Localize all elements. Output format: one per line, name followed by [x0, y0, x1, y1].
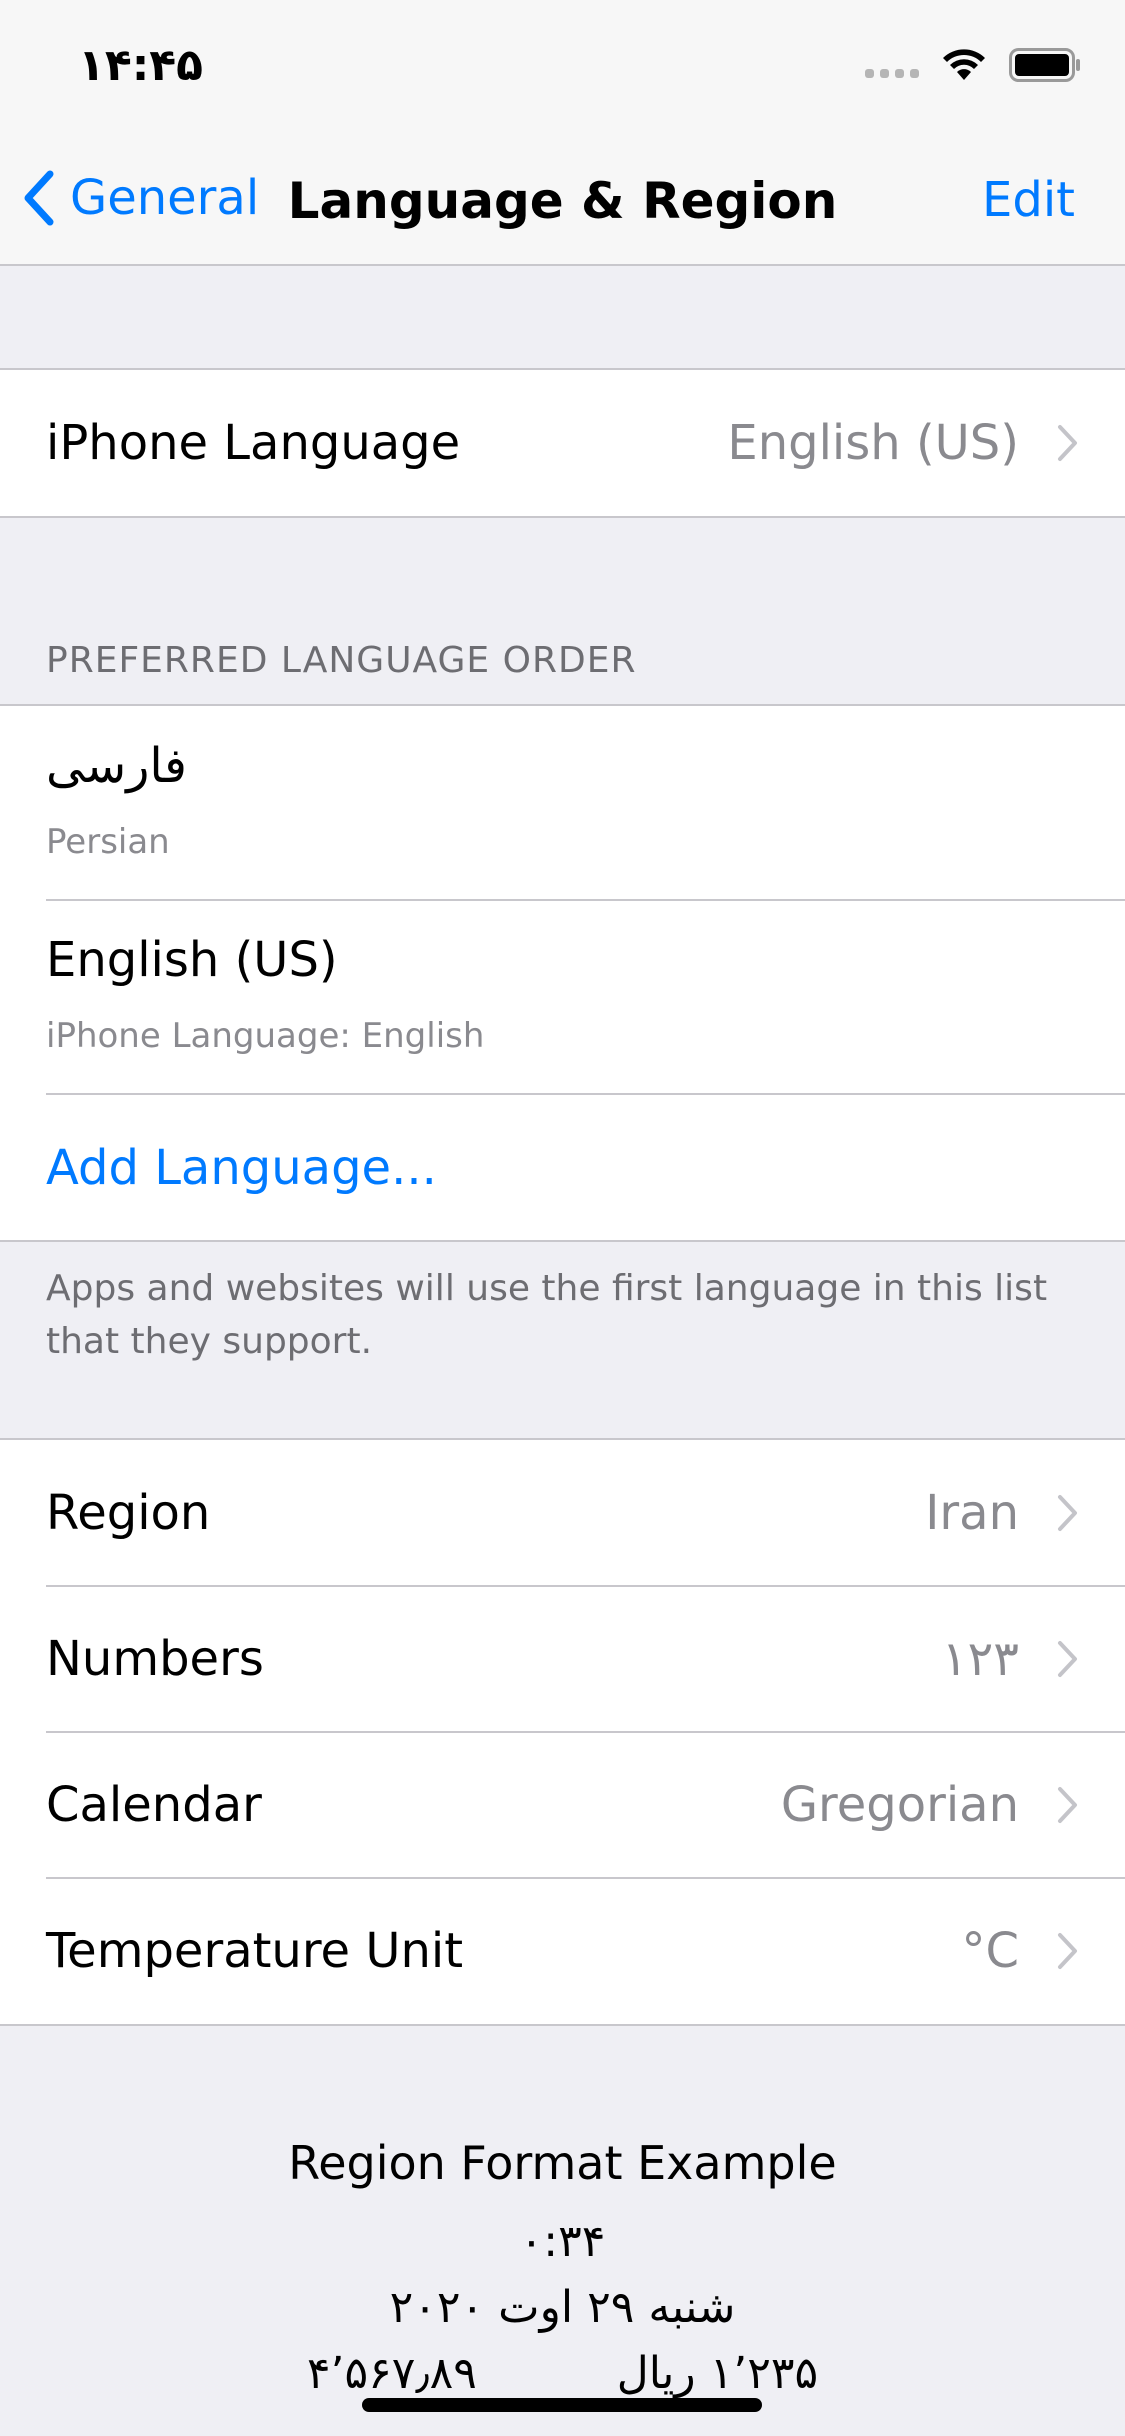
edit-button[interactable]: Edit: [982, 172, 1075, 228]
add-language-label: Add Language...: [46, 1140, 437, 1196]
temperature-unit-label: Temperature Unit: [46, 1923, 464, 1979]
navigation-bar: General Language & Region Edit: [0, 132, 1125, 266]
iphone-language-row[interactable]: iPhone Language English (US): [0, 370, 1125, 516]
numbers-value: ۱۲۳: [941, 1631, 1019, 1687]
language-primary-name: English (US): [46, 932, 338, 988]
page-title: Language & Region: [287, 172, 838, 230]
chevron-right-icon: [1058, 1641, 1077, 1677]
region-format-example-title: Region Format Example: [288, 2136, 837, 2190]
chevron-right-icon: [1058, 425, 1077, 461]
region-value: Iran: [925, 1485, 1019, 1541]
chevron-right-icon: [1058, 1787, 1077, 1823]
preferred-language-footer: Apps and websites will use the first lan…: [46, 1268, 1048, 1362]
calendar-value: Gregorian: [780, 1777, 1019, 1833]
numbers-label: Numbers: [46, 1631, 264, 1687]
preferred-language-header: PREFERRED LANGUAGE ORDER: [46, 640, 637, 681]
region-example-numbers: ۱٬۲۳۵ ریال ۴٬۵۶۷٫۸۹: [306, 2348, 819, 2399]
region-label: Region: [46, 1485, 211, 1541]
numbers-row[interactable]: Numbers ۱۲۳: [0, 1585, 1125, 1732]
temperature-unit-row[interactable]: Temperature Unit °C: [0, 1877, 1125, 2024]
add-language-button[interactable]: Add Language...: [0, 1093, 1125, 1240]
temperature-unit-value: °C: [961, 1923, 1019, 1979]
iphone-language-value: English (US): [727, 415, 1019, 471]
preferred-language-group: فارسی Persian English (US) iPhone Langua…: [0, 704, 1125, 1242]
signal-icon: [865, 52, 919, 78]
calendar-label: Calendar: [46, 1777, 262, 1833]
home-indicator[interactable]: [362, 2398, 762, 2412]
wifi-icon: [943, 49, 985, 80]
iphone-language-group: iPhone Language English (US): [0, 368, 1125, 518]
region-row[interactable]: Region Iran: [0, 1440, 1125, 1586]
language-row-english[interactable]: English (US) iPhone Language: English: [0, 899, 1125, 1094]
language-secondary-name: Persian: [46, 822, 170, 862]
status-time: ۱۴:۴۵: [78, 40, 204, 91]
language-row-persian[interactable]: فارسی Persian: [0, 706, 1125, 900]
region-example-date: شنبه ۲۹ اوت ۲۰۲۰: [389, 2282, 736, 2333]
chevron-right-icon: [1058, 1495, 1077, 1531]
region-settings-group: Region Iran Numbers ۱۲۳ Calendar Gregori…: [0, 1438, 1125, 2026]
language-secondary-name: iPhone Language: English: [46, 1016, 485, 1056]
region-example-time: ۰:۳۴: [519, 2216, 606, 2267]
chevron-right-icon: [1058, 1933, 1077, 1969]
calendar-row[interactable]: Calendar Gregorian: [0, 1731, 1125, 1878]
status-bar: ۱۴:۴۵: [0, 0, 1125, 132]
iphone-language-label: iPhone Language: [46, 415, 461, 471]
battery-icon: [1009, 48, 1080, 82]
status-icons: [865, 48, 1081, 82]
language-primary-name: فارسی: [46, 738, 187, 794]
